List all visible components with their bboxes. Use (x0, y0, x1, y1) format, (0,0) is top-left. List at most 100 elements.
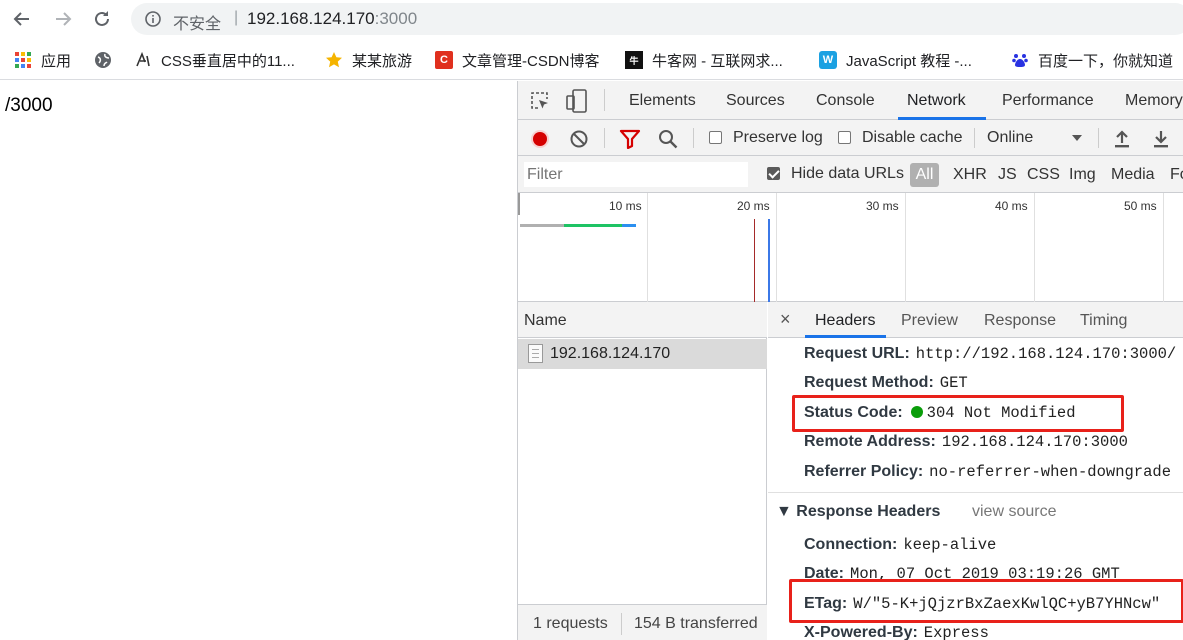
url-host: 192.168.124.170 (247, 9, 375, 28)
bookmark-travel[interactable]: 某某旅游 (325, 49, 412, 71)
tab-response[interactable]: Response (984, 312, 1056, 330)
import-har-icon[interactable] (1114, 129, 1130, 149)
type-filter-xhr[interactable]: XHR (953, 166, 987, 184)
bookmark-baidu[interactable]: 百度一下，你就知道 (1011, 49, 1173, 71)
general-request-method: Request Method: GET (804, 374, 968, 392)
summary-divider (621, 613, 622, 635)
preserve-log-checkbox[interactable] (709, 131, 722, 144)
reload-icon (95, 11, 109, 26)
timing-bar-stalled (520, 224, 564, 227)
url-text[interactable]: 192.168.124.170:3000 (247, 9, 417, 29)
request-row[interactable]: 192.168.124.170 (518, 339, 767, 369)
tab-timing[interactable]: Timing (1080, 312, 1127, 330)
tab-sources[interactable]: Sources (726, 92, 785, 110)
details-tab-bar: × Headers Preview Response Timing (768, 302, 1183, 338)
bookmark-csdn[interactable]: C 文章管理-CSDN博客 (435, 49, 600, 71)
device-toolbar-icon[interactable] (566, 89, 588, 113)
throttle-select[interactable]: Online (987, 129, 1033, 147)
page-body-text: /3000 (5, 95, 53, 116)
omnibox-separator: | (234, 9, 239, 26)
header-value: GET (939, 374, 968, 392)
hide-data-urls-checkbox[interactable] (767, 167, 780, 180)
response-headers-toggle[interactable]: ▼ Response Headers (776, 503, 940, 521)
tab-headers[interactable]: Headers (815, 312, 875, 330)
timing-bar-waiting (564, 224, 622, 227)
url-port: :3000 (374, 9, 418, 28)
forward-button[interactable] (50, 6, 76, 32)
header-value: http://192.168.124.170:3000/ (915, 345, 1177, 363)
timing-bar-download (622, 224, 636, 227)
devtools-tab-bar: Elements Sources Console Network Perform… (518, 81, 1183, 120)
type-filter-img[interactable]: Img (1069, 166, 1096, 184)
close-icon[interactable]: × (780, 309, 791, 330)
export-har-icon[interactable] (1153, 129, 1169, 149)
type-filter-media[interactable]: Media (1111, 166, 1155, 184)
network-toolbar: Preserve log Disable cache Online (518, 120, 1183, 156)
header-value: no-referrer-when-downgrade (929, 463, 1172, 481)
header-key: Request Method: (804, 374, 934, 391)
tab-network[interactable]: Network (907, 92, 966, 110)
toolbar-divider (974, 128, 975, 148)
disable-cache-checkbox[interactable] (838, 131, 851, 144)
bookmark-nowcoder[interactable]: 牛 牛客网 - 互联网求... (625, 49, 783, 71)
tab-preview[interactable]: Preview (901, 312, 958, 330)
bookmark-label: 牛客网 - 互联网求... (652, 52, 783, 70)
hide-data-urls-label: Hide data URLs (791, 165, 904, 182)
type-filter-font[interactable]: Fo (1170, 166, 1183, 184)
header-value: keep-alive (903, 536, 997, 554)
clear-icon[interactable] (569, 129, 589, 149)
disable-cache-label: Disable cache (862, 129, 963, 146)
timeline-gridline (776, 193, 777, 302)
apps-grid-icon (15, 52, 31, 68)
load-event-line (754, 219, 755, 302)
bookmark-globe[interactable] (94, 49, 112, 71)
timeline-gridline (1034, 193, 1035, 302)
dropdown-arrow-icon[interactable] (1071, 134, 1083, 142)
star-icon (326, 52, 342, 68)
name-column-header[interactable]: Name (524, 312, 567, 330)
filter-input[interactable] (524, 162, 748, 187)
browser-toolbar: 不安全 | 192.168.124.170:3000 (0, 0, 1183, 38)
reload-button[interactable] (89, 6, 115, 32)
timeline-tick-label: 10 ms (609, 199, 642, 213)
filter-bar: Hide data URLs All XHR JS CSS Img Media … (518, 156, 1183, 193)
bookmark-label: JavaScript 教程 -... (846, 52, 972, 70)
request-summary-bar: 1 requests 154 B transferred (518, 604, 767, 640)
type-filter-css[interactable]: CSS (1027, 166, 1060, 184)
header-key: Referrer Policy: (804, 463, 924, 480)
timeline-tick-label: 30 ms (866, 199, 899, 213)
csdn-icon: C (435, 51, 453, 69)
type-filter-all[interactable]: All (910, 163, 939, 187)
view-source-link[interactable]: view source (972, 503, 1056, 521)
request-list: Name 192.168.124.170 1 requests 154 B tr… (518, 302, 767, 640)
response-header-connection: Connection: keep-alive (804, 536, 996, 554)
search-icon[interactable] (658, 129, 678, 149)
page-content: /3000 (0, 81, 517, 640)
back-arrow-icon (13, 12, 29, 26)
tab-memory[interactable]: Memory (1125, 92, 1183, 110)
bookmark-apps[interactable]: 应用 (14, 49, 71, 71)
toolbar-divider (693, 128, 694, 148)
tab-console[interactable]: Console (816, 92, 875, 110)
globe-icon (95, 52, 111, 68)
tab-elements[interactable]: Elements (629, 92, 696, 110)
tab-performance[interactable]: Performance (1002, 92, 1094, 110)
bookmark-css-center[interactable]: CSS垂直居中的11... (134, 49, 295, 71)
status-code-highlight-box (792, 395, 1124, 432)
request-details: × Headers Preview Response Timing Reques… (768, 302, 1183, 640)
bookmark-label: CSS垂直居中的11... (161, 52, 295, 70)
w3-icon: W (819, 51, 837, 69)
inspect-element-icon[interactable] (530, 91, 550, 111)
filter-funnel-icon[interactable] (619, 129, 641, 149)
header-value: Express (923, 624, 989, 640)
back-button[interactable] (9, 6, 35, 32)
general-referrer-policy: Referrer Policy: no-referrer-when-downgra… (804, 463, 1171, 481)
address-bar[interactable]: 不安全 | 192.168.124.170:3000 (131, 3, 1183, 35)
overview-start-marker (518, 193, 520, 215)
header-key: Remote Address: (804, 433, 936, 450)
info-icon[interactable] (145, 11, 161, 27)
record-icon[interactable] (530, 129, 550, 149)
bookmark-javascript[interactable]: W JavaScript 教程 -... (819, 49, 972, 71)
type-filter-js[interactable]: JS (998, 166, 1017, 184)
network-overview-timeline[interactable]: 10 ms 20 ms 30 ms 40 ms 50 ms (518, 193, 1183, 302)
